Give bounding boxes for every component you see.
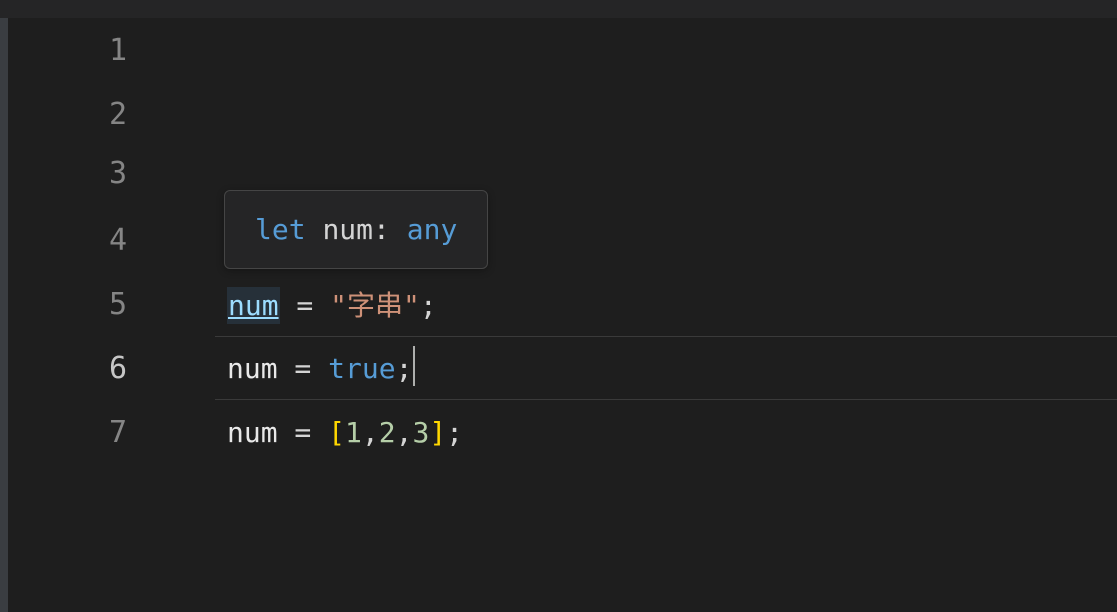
line-number: 2 <box>12 97 157 132</box>
hover-tooltip: let num: any <box>224 190 488 269</box>
code-line[interactable]: 1 <box>12 18 1117 82</box>
semicolon-token: ; <box>446 416 463 449</box>
code-line[interactable]: 4 <box>12 200 1117 272</box>
code-content[interactable]: num = true; <box>157 336 1117 400</box>
code-content[interactable] <box>157 98 1117 131</box>
bracket-token: ] <box>429 416 446 449</box>
tooltip-identifier: num <box>322 213 373 246</box>
line-number: 4 <box>12 223 157 258</box>
line-number: 3 <box>12 156 157 191</box>
code-line[interactable]: 2 <box>12 82 1117 146</box>
line-number: 5 <box>12 287 157 322</box>
variable-token: num <box>227 416 278 449</box>
line-number: 6 <box>12 351 157 386</box>
tooltip-colon: : <box>373 213 407 246</box>
semicolon-token: ; <box>420 289 437 322</box>
boolean-token: true <box>328 352 395 385</box>
comma-token: , <box>362 416 379 449</box>
code-line[interactable]: 3 <box>12 146 1117 200</box>
editor-top-bar <box>0 0 1117 18</box>
number-token: 2 <box>379 416 396 449</box>
string-token: "字串" <box>330 289 420 322</box>
number-token: 3 <box>412 416 429 449</box>
line-number: 1 <box>12 33 157 68</box>
editor-left-strip <box>0 18 8 612</box>
code-content[interactable]: num = [1,2,3]; <box>157 416 1117 449</box>
variable-token: num <box>227 352 278 385</box>
number-token: 1 <box>345 416 362 449</box>
operator-token: = <box>280 289 331 322</box>
code-content[interactable] <box>157 157 1117 190</box>
tooltip-keyword: let <box>255 213 306 246</box>
code-line[interactable]: 5 num = "字串"; <box>12 272 1117 336</box>
code-content[interactable]: num = "字串"; <box>157 284 1117 324</box>
code-line[interactable]: 7 num = [1,2,3]; <box>12 400 1117 464</box>
bracket-token: [ <box>328 416 345 449</box>
line-number: 7 <box>12 415 157 450</box>
code-content[interactable] <box>157 34 1117 67</box>
hover-variable[interactable]: num <box>227 287 280 324</box>
operator-token: = <box>278 416 329 449</box>
operator-token: = <box>278 352 329 385</box>
tooltip-type: any <box>407 213 458 246</box>
comma-token: , <box>396 416 413 449</box>
code-editor[interactable]: 1 2 3 4 5 num = "字串"; 6 num = true; 7 nu… <box>12 18 1117 612</box>
text-cursor <box>413 346 415 386</box>
semicolon-token: ; <box>396 352 413 385</box>
code-line[interactable]: 6 num = true; <box>12 336 1117 400</box>
